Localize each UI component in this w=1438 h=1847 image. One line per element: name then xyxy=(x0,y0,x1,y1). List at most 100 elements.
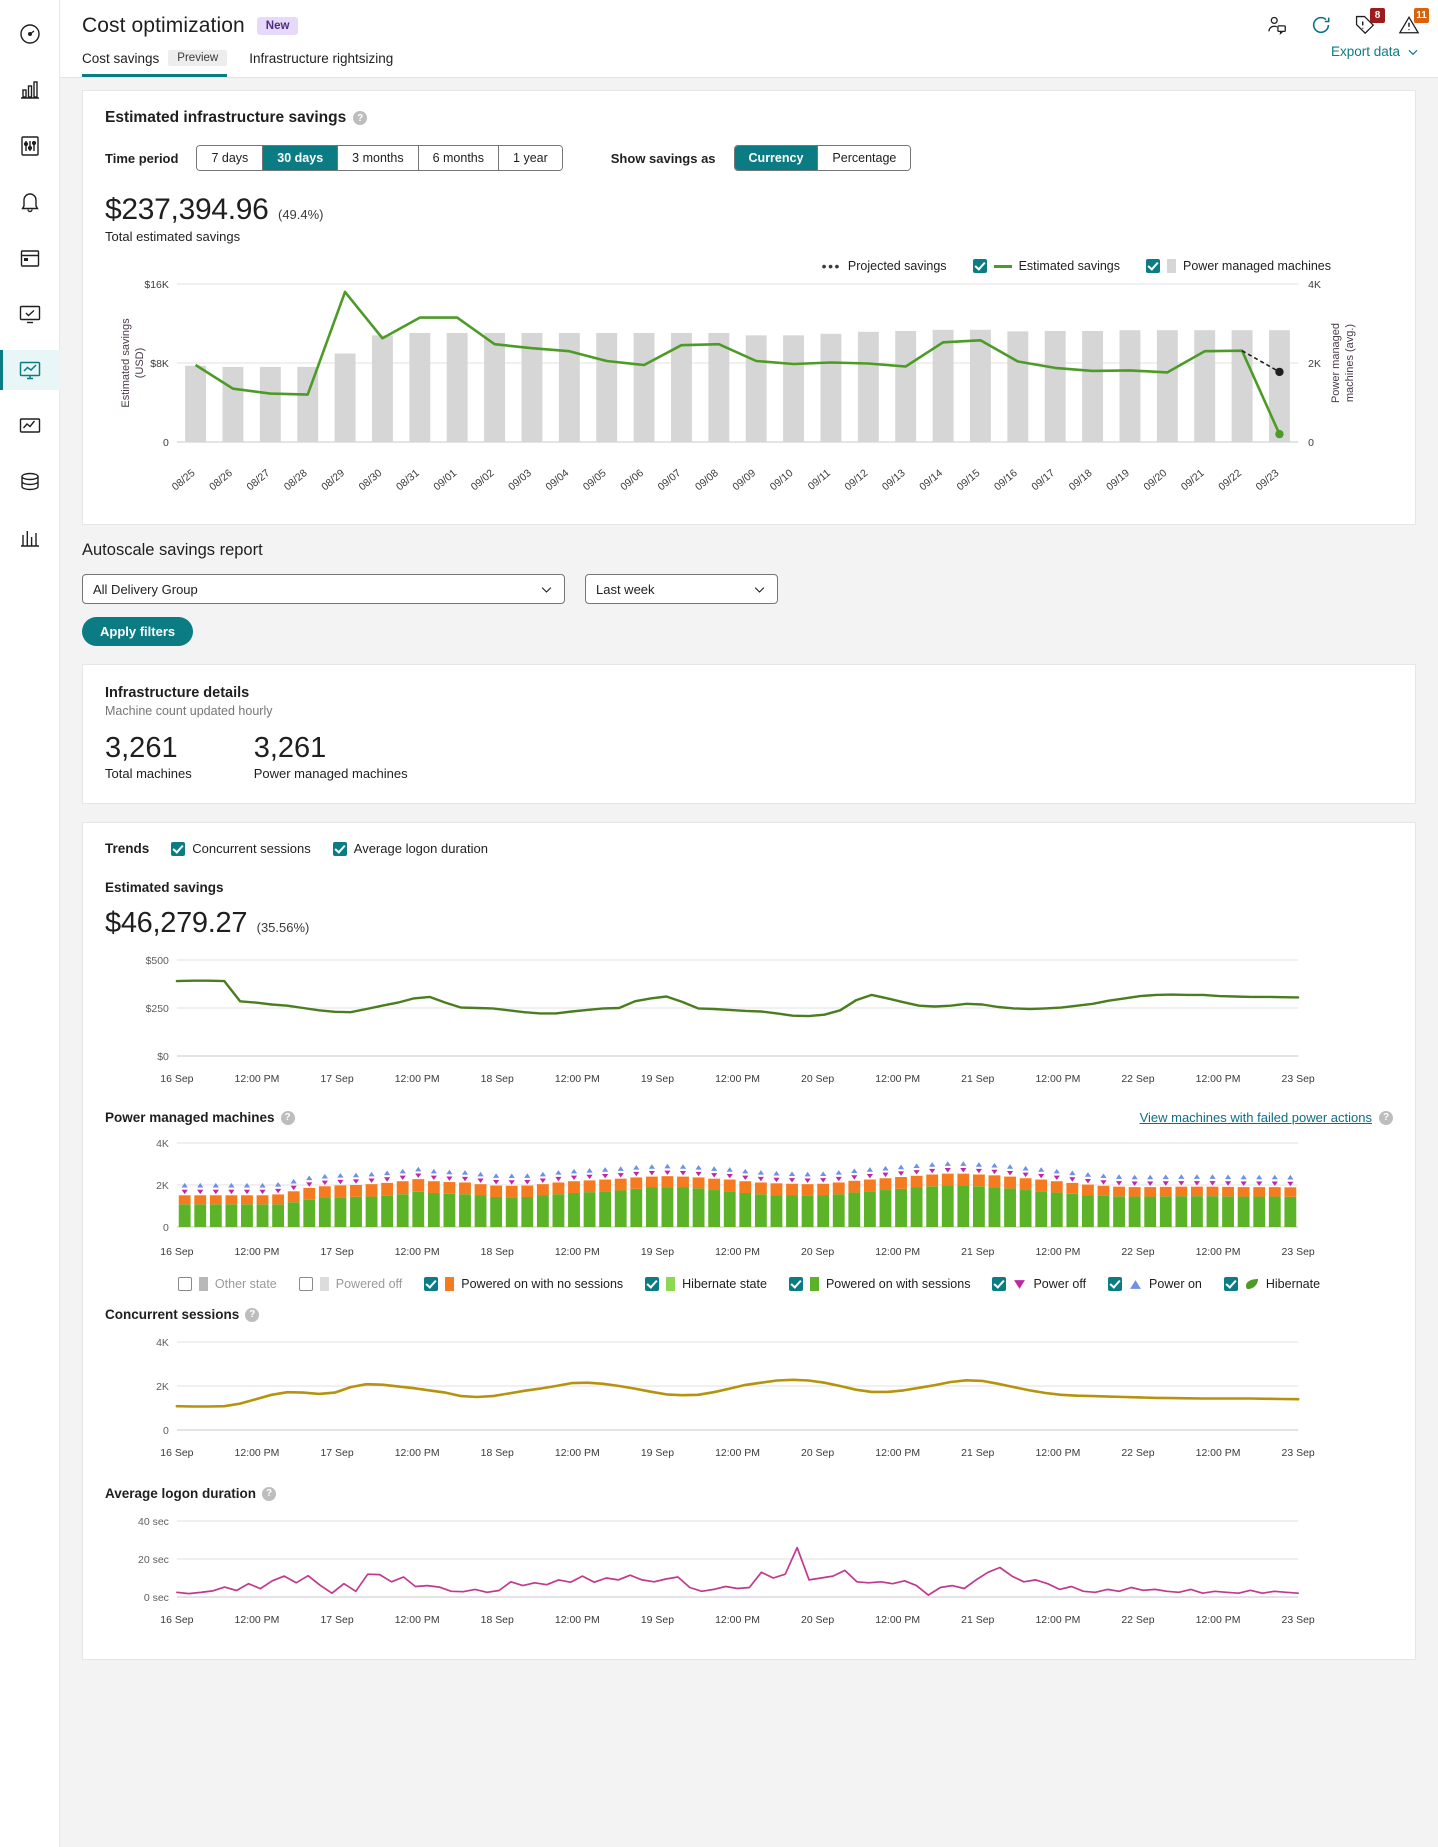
monitor-check-icon xyxy=(18,302,42,326)
legend-projected-savings[interactable]: ••• Projected savings xyxy=(822,258,947,274)
tab-preview-chip: Preview xyxy=(168,50,227,66)
powered-on-sessions-swatch-icon xyxy=(810,1277,819,1291)
legend-estimated-savings-checkbox[interactable] xyxy=(973,259,987,273)
logon-duration-checkbox[interactable] xyxy=(333,842,347,856)
pmm-legend-powered-on-sessions-checkbox[interactable] xyxy=(789,1277,803,1291)
time-period-7-days[interactable]: 7 days xyxy=(197,146,263,170)
pmm-legend-power-off-checkbox[interactable] xyxy=(992,1277,1006,1291)
pmm-legend-hibernate-checkbox[interactable] xyxy=(1224,1277,1238,1291)
pmm-legend-powered-on-sessions[interactable]: Powered on with sessions xyxy=(789,1277,971,1291)
time-period-3-months[interactable]: 3 months xyxy=(338,146,418,170)
power-managed-machines-chart[interactable]: 02K4K 16 Sep12:00 PM17 Sep12:00 PM18 Sep… xyxy=(105,1133,1393,1265)
pmm-legend-power-on-checkbox[interactable] xyxy=(1108,1277,1122,1291)
rail-item-calendar[interactable] xyxy=(0,238,60,278)
rail-item-reports[interactable] xyxy=(0,518,60,558)
pmm-legend-other-state-checkbox[interactable] xyxy=(178,1277,192,1291)
average-logon-duration-title: Average logon duration ? xyxy=(105,1486,1393,1501)
concurrent-sessions-chart[interactable]: 02K4K 16 Sep12:00 PM17 Sep12:00 PM18 Sep… xyxy=(105,1332,1393,1466)
trends-toggle-concurrent-sessions[interactable]: Concurrent sessions xyxy=(171,841,311,856)
rail-item-dashboard[interactable] xyxy=(0,14,60,54)
pmm-legend-power-on[interactable]: Power on xyxy=(1108,1277,1202,1291)
svg-text:09/13: 09/13 xyxy=(880,468,907,493)
average-logon-duration-chart[interactable]: 0 sec20 sec40 sec 16 Sep12:00 PM17 Sep12… xyxy=(105,1511,1393,1633)
trend-monitor-icon xyxy=(18,414,42,438)
svg-text:09/08: 09/08 xyxy=(694,468,721,493)
rail-item-cost-optimization[interactable] xyxy=(0,350,60,390)
tab-infrastructure-rightsizing-label: Infrastructure rightsizing xyxy=(249,51,393,66)
total-estimated-savings-percent: (49.4%) xyxy=(278,207,324,222)
rail-item-filters[interactable] xyxy=(0,126,60,166)
rail-item-database[interactable] xyxy=(0,462,60,502)
time-period-1-year[interactable]: 1 year xyxy=(499,146,562,170)
show-savings-currency[interactable]: Currency xyxy=(735,146,819,170)
apply-filters-button[interactable]: Apply filters xyxy=(82,617,193,646)
svg-text:08/29: 08/29 xyxy=(320,468,347,493)
warning-icon[interactable]: 11 xyxy=(1398,14,1420,36)
legend-estimated-savings[interactable]: Estimated savings xyxy=(973,259,1120,273)
tab-infrastructure-rightsizing[interactable]: Infrastructure rightsizing xyxy=(249,51,393,77)
logon-duration-chart-svg: 0 sec20 sec40 sec xyxy=(105,1511,1393,1611)
svg-text:20 Sep: 20 Sep xyxy=(801,1074,834,1085)
rail-item-analytics[interactable] xyxy=(0,70,60,110)
svg-text:21 Sep: 21 Sep xyxy=(961,1074,994,1085)
new-badge: New xyxy=(257,17,299,35)
tab-cost-savings[interactable]: Cost savings Preview xyxy=(82,50,227,77)
show-savings-percentage[interactable]: Percentage xyxy=(818,146,910,170)
concurrent-sessions-chart-svg: 02K4K xyxy=(105,1332,1393,1444)
svg-text:09/09: 09/09 xyxy=(731,468,758,493)
legend-power-managed-machines[interactable]: Power managed machines xyxy=(1146,259,1331,273)
svg-text:2K: 2K xyxy=(1308,359,1321,370)
svg-text:09/22: 09/22 xyxy=(1217,468,1244,493)
pmm-legend-hibernate-state-checkbox[interactable] xyxy=(645,1277,659,1291)
show-savings-as-label: Show savings as xyxy=(611,151,716,166)
pmm-legend-powered-off[interactable]: Powered off xyxy=(299,1277,402,1291)
svg-text:09/06: 09/06 xyxy=(619,468,646,493)
infrastructure-details-card: Infrastructure details Machine count upd… xyxy=(82,664,1416,804)
svg-text:$16K: $16K xyxy=(144,280,168,291)
pmm-legend-hibernate-state[interactable]: Hibernate state xyxy=(645,1277,767,1291)
rail-item-alerts[interactable] xyxy=(0,182,60,222)
svg-text:08/31: 08/31 xyxy=(395,468,422,493)
error-tag-icon[interactable]: 8 xyxy=(1354,14,1376,36)
pmm-legend-powered-off-checkbox[interactable] xyxy=(299,1277,313,1291)
concurrent-sessions-checkbox[interactable] xyxy=(171,842,185,856)
logon-duration-help-icon[interactable]: ? xyxy=(262,1487,276,1501)
svg-text:12:00 PM: 12:00 PM xyxy=(555,1074,600,1085)
pmm-legend-powered-on-no-sessions-checkbox[interactable] xyxy=(424,1277,438,1291)
trends-estimated-savings-chart[interactable]: $0$250$500 16 Sep12:00 PM17 Sep12:00 PM1… xyxy=(105,950,1393,1092)
rail-item-performance[interactable] xyxy=(0,406,60,446)
svg-text:12:00 PM: 12:00 PM xyxy=(395,1615,440,1626)
svg-text:2K: 2K xyxy=(156,1382,169,1393)
tab-cost-savings-label: Cost savings xyxy=(82,51,159,66)
refresh-icon[interactable] xyxy=(1310,14,1332,36)
view-failed-power-actions-link[interactable]: View machines with failed power actions xyxy=(1140,1110,1372,1125)
columns-chart-icon xyxy=(18,526,42,550)
infra-details-kpis: 3,261 Total machines 3,261 Power managed… xyxy=(105,732,1393,781)
delivery-group-select[interactable]: All Delivery Group xyxy=(82,574,565,604)
user-feedback-icon[interactable] xyxy=(1266,14,1288,36)
trends-toggle-logon-duration[interactable]: Average logon duration xyxy=(333,841,488,856)
svg-text:12:00 PM: 12:00 PM xyxy=(395,1448,440,1459)
svg-text:12:00 PM: 12:00 PM xyxy=(235,1615,280,1626)
time-period-30-days[interactable]: 30 days xyxy=(263,146,338,170)
svg-text:12:00 PM: 12:00 PM xyxy=(875,1448,920,1459)
rail-item-monitor-check[interactable] xyxy=(0,294,60,334)
svg-text:08/27: 08/27 xyxy=(245,468,272,493)
time-period-6-months[interactable]: 6 months xyxy=(419,146,499,170)
pmm-help-icon[interactable]: ? xyxy=(281,1111,295,1125)
app-root: Cost optimization New Cost savings Previ… xyxy=(0,0,1438,1847)
pmm-legend-hibernate[interactable]: Hibernate xyxy=(1224,1277,1320,1291)
concurrent-sessions-help-icon[interactable]: ? xyxy=(245,1308,259,1322)
infra-savings-help-icon[interactable]: ? xyxy=(353,111,367,125)
pmm-legend-power-off[interactable]: Power off xyxy=(992,1277,1086,1291)
period-select[interactable]: Last week xyxy=(585,574,778,604)
infra-savings-chart[interactable]: 00$8K2K$16K4KEstimated savings(USD)Power… xyxy=(105,274,1393,504)
page-content[interactable]: Estimated infrastructure savings ? Time … xyxy=(60,78,1438,1847)
export-data-button[interactable]: Export data xyxy=(1331,44,1420,59)
chevron-down-icon xyxy=(1406,45,1420,59)
pmm-legend-other-state[interactable]: Other state xyxy=(178,1277,277,1291)
pmm-legend-powered-on-no-sessions[interactable]: Powered on with no sessions xyxy=(424,1277,623,1291)
failed-actions-help-icon[interactable]: ? xyxy=(1379,1111,1393,1125)
svg-text:20 Sep: 20 Sep xyxy=(801,1448,834,1459)
legend-power-managed-checkbox[interactable] xyxy=(1146,259,1160,273)
